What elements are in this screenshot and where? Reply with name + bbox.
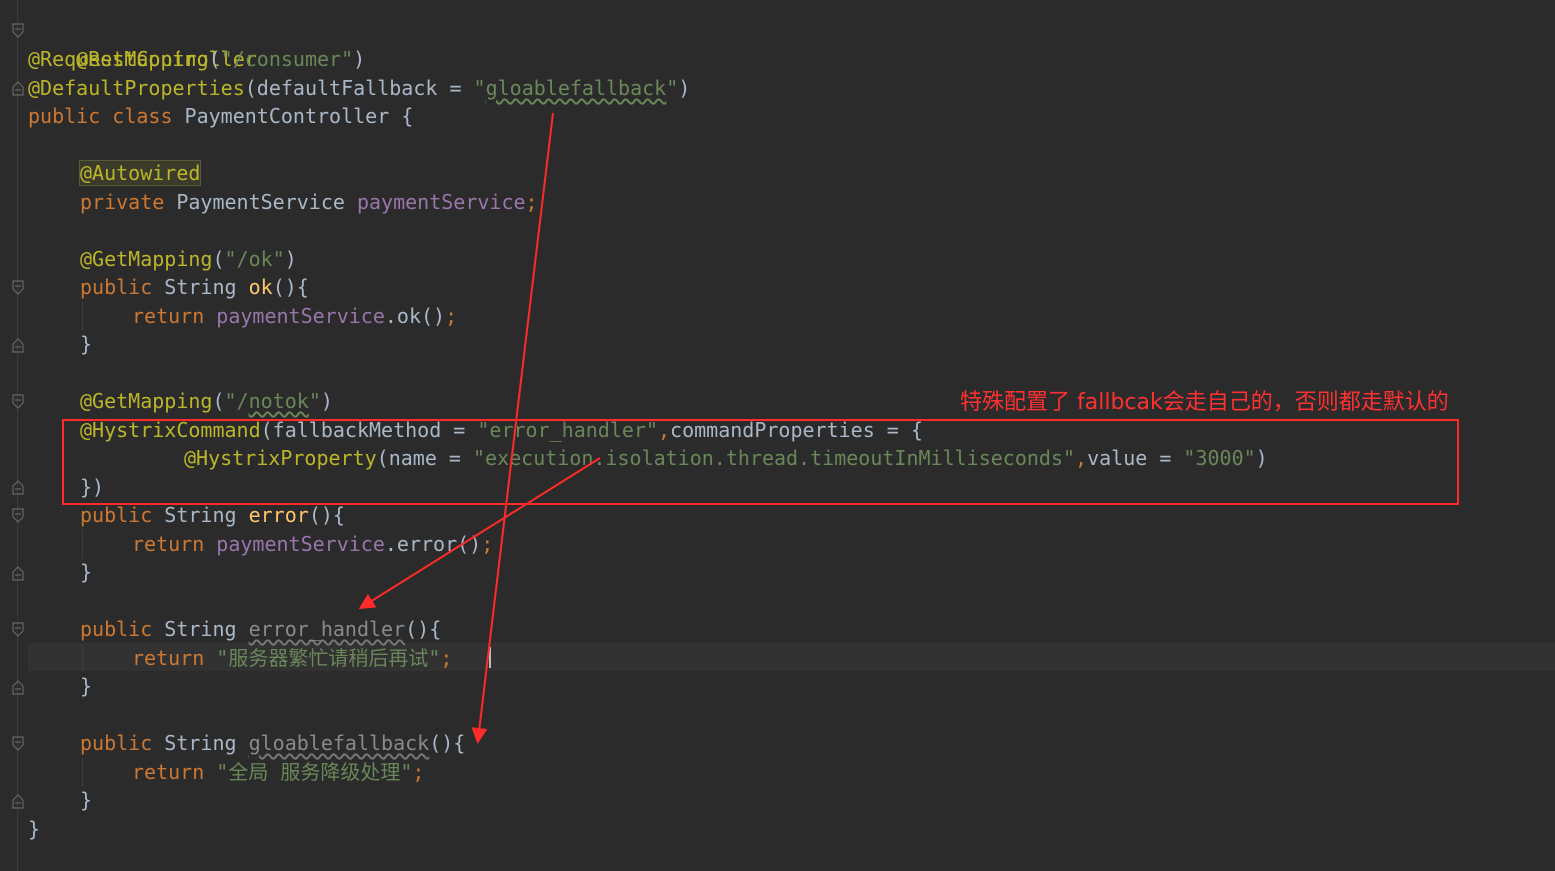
code-editor[interactable]: @RestController @RequestMapping("/consum…: [0, 0, 1555, 871]
markup-arrows: [358, 112, 601, 744]
arrow-to-gloablefallback: [471, 112, 554, 744]
arrow-to-error-handler: [358, 457, 601, 610]
